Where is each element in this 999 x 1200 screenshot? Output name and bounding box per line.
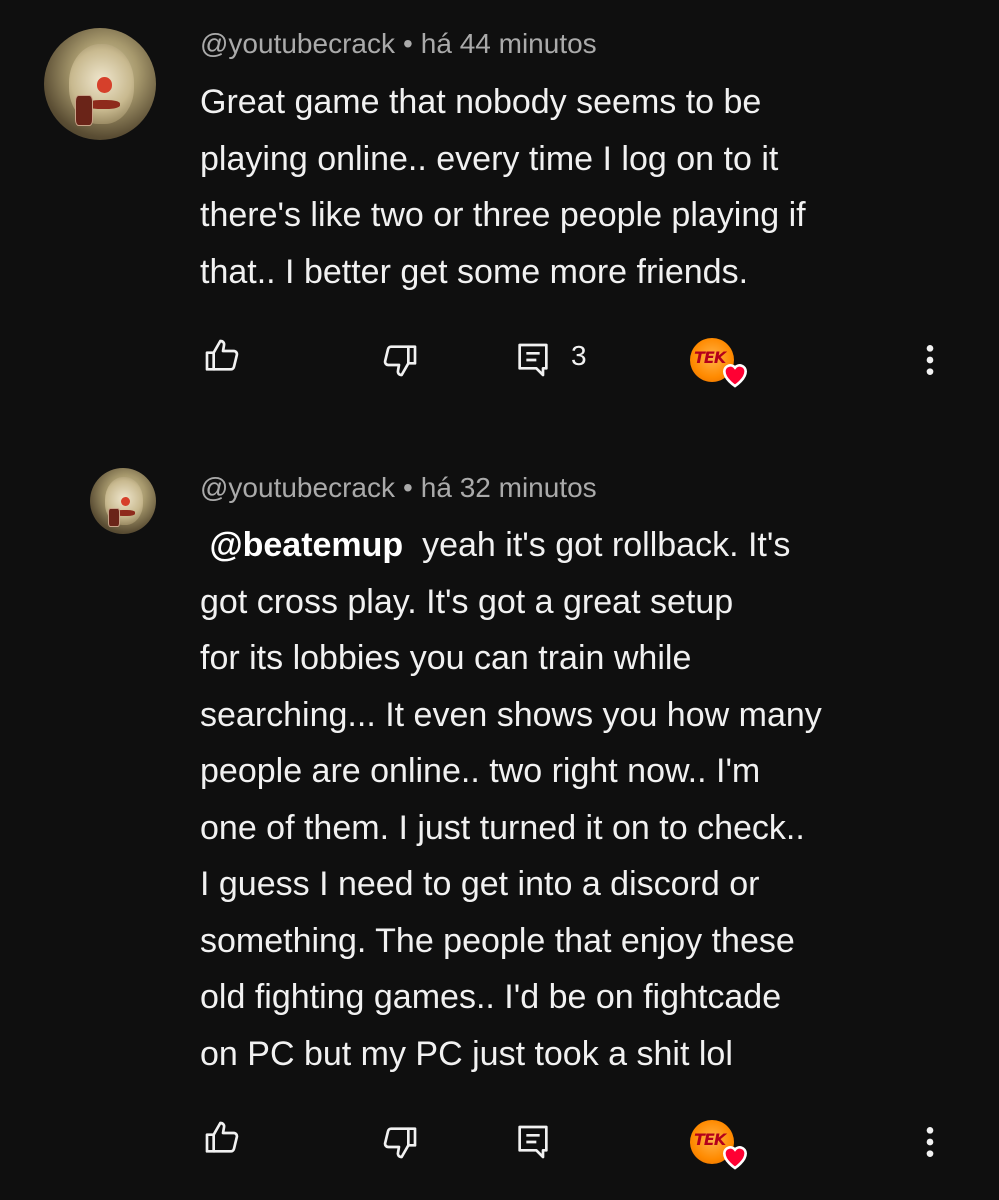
dislike-button[interactable] [378, 338, 422, 382]
comment-line: there's like two or three people playing… [200, 196, 806, 234]
like-icon [205, 1121, 239, 1153]
creator-heart: TEK [690, 338, 754, 394]
comment-line: Great game that nobody seems to be [200, 83, 762, 121]
comment-line: on PC but my PC just took a shit lol [200, 1034, 733, 1073]
author-name[interactable]: @youtubecrack [200, 472, 395, 503]
comment-line: searching... It even shows you how many [200, 695, 822, 734]
comment-line: people are online.. two right now.. I'm [200, 752, 761, 790]
more-button[interactable] [908, 338, 952, 382]
dislike-icon [383, 1127, 417, 1159]
reply-button[interactable] [511, 1120, 555, 1164]
comment-line: got cross play. It's got a great setup [200, 582, 734, 621]
comment-meta: @youtubecrack • há 32 minutos [200, 472, 597, 504]
avatar[interactable] [44, 28, 156, 140]
heart-icon [722, 1146, 748, 1170]
creator-heart: TEK [690, 1120, 754, 1176]
comment-line-rest: yeah it's got rollback. It's [422, 526, 791, 564]
like-button[interactable] [200, 334, 244, 378]
avatar-glass [75, 95, 94, 127]
comment-actions: 3 TEK [0, 328, 999, 388]
comment-time: há 44 minutos [420, 28, 597, 59]
author-name[interactable]: @youtubecrack [200, 28, 395, 59]
reply-count[interactable]: 3 [571, 340, 587, 372]
meta-separator: • [402, 28, 413, 59]
comment-meta: @youtubecrack • há 44 minutos [200, 28, 597, 60]
reply-icon [518, 1125, 548, 1159]
heart-icon [722, 364, 748, 388]
dislike-button[interactable] [378, 1120, 422, 1164]
comment-text: @beatemup yeah it's got rollback. It's g… [200, 517, 960, 1082]
comment-line: something. The people that enjoy these [200, 921, 795, 960]
comment-line: one of them. I just turned it on to chec… [200, 808, 805, 847]
comment-line: playing online.. every time I log on to … [200, 139, 779, 178]
comment-reply: @youtubecrack • há 32 minutos @beatemup ye… [0, 440, 999, 1200]
reply-icon [518, 343, 548, 377]
more-button[interactable] [908, 1120, 952, 1164]
more-vert-icon [926, 345, 934, 375]
comment-line: @beatemup yeah it's got rollback. It's [200, 517, 960, 574]
more-vert-icon [926, 1127, 934, 1157]
comment: @youtubecrack • há 44 minutos Great game t… [0, 0, 999, 420]
meta-separator: • [402, 472, 413, 503]
dislike-icon [383, 345, 417, 377]
comment-time: há 32 minutos [420, 472, 597, 503]
comment-line: for its lobbies you can train while [200, 639, 692, 677]
like-icon [205, 339, 239, 371]
reply-button[interactable] [511, 338, 555, 382]
comment-line: old fighting games.. I'd be on fightcade [200, 978, 782, 1016]
comment-line: I guess I need to get into a discord or [200, 865, 760, 903]
comment-actions: TEK [0, 1110, 999, 1170]
mention-link[interactable]: @beatemup [209, 526, 403, 564]
like-button[interactable] [200, 1116, 244, 1160]
avatar-glass [108, 507, 120, 527]
avatar[interactable] [90, 468, 156, 534]
comment-line: that.. I better get some more friends. [200, 252, 749, 291]
comment-text: Great game that nobody seems to be playi… [200, 74, 960, 300]
avatar-nose [96, 77, 113, 93]
